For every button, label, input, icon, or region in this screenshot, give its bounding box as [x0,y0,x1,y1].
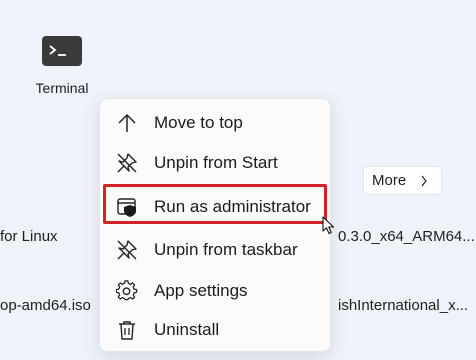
menu-item-label: App settings [154,281,248,300]
highlight-box [103,184,327,224]
file-name-fragment: 0.3.0_x64_ARM64.... [338,228,476,245]
file-name-fragment: op-amd64.iso [0,297,91,314]
menu-item-unpin-from-taskbar[interactable]: Unpin from taskbar [100,233,330,267]
gear-icon [116,280,138,301]
mouse-cursor-icon [322,216,335,235]
trash-icon [119,321,135,340]
unpin-icon [117,240,137,260]
menu-item-label: Unpin from taskbar [154,240,298,259]
terminal-icon [42,36,82,66]
menu-item-label: Uninstall [154,320,220,339]
arrow-up-icon [118,113,136,132]
more-button[interactable]: More [363,166,442,195]
terminal-label: Terminal [35,80,89,96]
unpin-icon [117,153,137,173]
more-button-label: More [372,172,407,189]
menu-item-uninstall[interactable]: Uninstall [100,313,330,347]
menu-item-app-settings[interactable]: App settings [100,274,330,308]
terminal-app-tile[interactable]: Terminal [28,36,96,96]
file-name-fragment: ishInternational_x... [338,297,469,314]
chevron-right-icon [421,175,428,186]
menu-item-move-to-top[interactable]: Move to top [100,106,330,140]
menu-item-unpin-from-start[interactable]: Unpin from Start [100,146,330,180]
context-menu: Move to top Unpin from Start Run as admi… [99,98,331,352]
app-name-fragment: for Linux [0,228,58,245]
menu-item-label: Unpin from Start [154,153,278,172]
menu-item-label: Move to top [154,113,243,132]
